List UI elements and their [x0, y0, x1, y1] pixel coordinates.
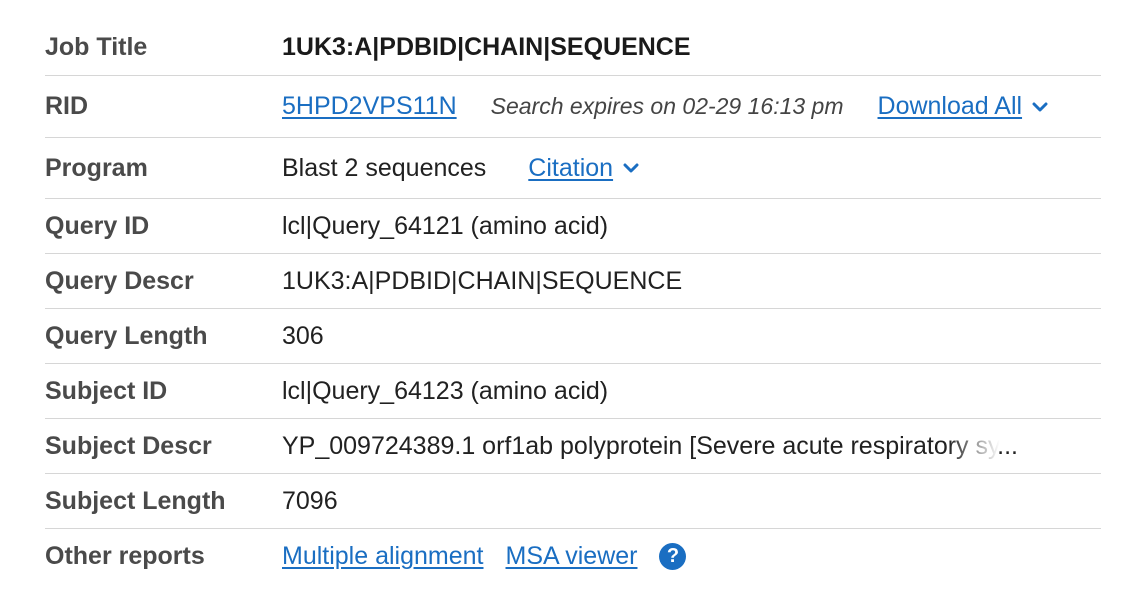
other-reports-label: Other reports [45, 542, 205, 570]
search-expires-text: Search expires on 02-29 16:13 pm [490, 93, 844, 119]
download-all-button[interactable]: Download All [878, 92, 1049, 121]
rid-link[interactable]: 5HPD2VPS11N [282, 92, 457, 121]
subject-length-value: 7096 [282, 486, 338, 515]
subject-id-label: Subject ID [45, 376, 168, 405]
row-job-title: Job Title 1UK3:A|PDBID|CHAIN|SEQUENCE [45, 20, 1101, 76]
job-title-label: Job Title [45, 33, 148, 61]
row-subject-descr: Subject Descr YP_009724389.1 orf1ab poly… [45, 419, 1101, 474]
other-reports-links: Multiple alignment MSA viewer ? [282, 542, 687, 571]
query-length-label: Query Length [45, 321, 208, 350]
citation-button[interactable]: Citation [528, 154, 639, 183]
download-all-link[interactable]: Download All [878, 92, 1023, 121]
row-query-length: Query Length 306 [45, 309, 1101, 364]
program-value-container: Blast 2 sequences Citation [282, 154, 639, 183]
program-value: Blast 2 sequences [282, 153, 487, 182]
subject-descr-value-container: YP_009724389.1 orf1ab polyprotein [Sever… [282, 431, 1042, 461]
query-id-label: Query ID [45, 211, 150, 240]
chevron-down-icon[interactable] [623, 160, 639, 176]
row-subject-length: Subject Length 7096 [45, 474, 1101, 529]
row-subject-id: Subject ID lcl|Query_64123 (amino acid) [45, 364, 1101, 419]
subject-id-value: lcl|Query_64123 (amino acid) [282, 376, 609, 405]
subject-descr-value: YP_009724389.1 orf1ab polyprotein [Sever… [282, 431, 1042, 460]
subject-descr-more[interactable]: ... [948, 431, 1042, 461]
query-descr-label: Query Descr [45, 266, 194, 295]
rid-label: RID [45, 92, 89, 120]
job-summary-table: Job Title 1UK3:A|PDBID|CHAIN|SEQUENCE RI… [45, 20, 1101, 584]
citation-link[interactable]: Citation [528, 154, 613, 183]
row-program: Program Blast 2 sequences Citation [45, 138, 1101, 199]
query-id-value: lcl|Query_64121 (amino acid) [282, 211, 609, 240]
ellipsis-more[interactable]: ... [997, 432, 1018, 461]
help-icon[interactable]: ? [659, 543, 687, 570]
row-other-reports: Other reports Multiple alignment MSA vie… [45, 529, 1101, 584]
chevron-down-icon[interactable] [1032, 99, 1048, 115]
row-query-id: Query ID lcl|Query_64121 (amino acid) [45, 199, 1101, 254]
msa-viewer-link[interactable]: MSA viewer [506, 542, 638, 571]
rid-value-container: 5HPD2VPS11N Search expires on 02-29 16:1… [282, 92, 1048, 121]
row-query-descr: Query Descr 1UK3:A|PDBID|CHAIN|SEQUENCE [45, 254, 1101, 309]
query-length-value: 306 [282, 321, 324, 350]
row-rid: RID 5HPD2VPS11N Search expires on 02-29 … [45, 76, 1101, 138]
multiple-alignment-link[interactable]: Multiple alignment [282, 542, 484, 571]
job-title-value: 1UK3:A|PDBID|CHAIN|SEQUENCE [282, 33, 691, 61]
subject-length-label: Subject Length [45, 486, 226, 515]
query-descr-value: 1UK3:A|PDBID|CHAIN|SEQUENCE [282, 266, 683, 295]
subject-descr-label: Subject Descr [45, 431, 212, 460]
program-label: Program [45, 153, 148, 182]
